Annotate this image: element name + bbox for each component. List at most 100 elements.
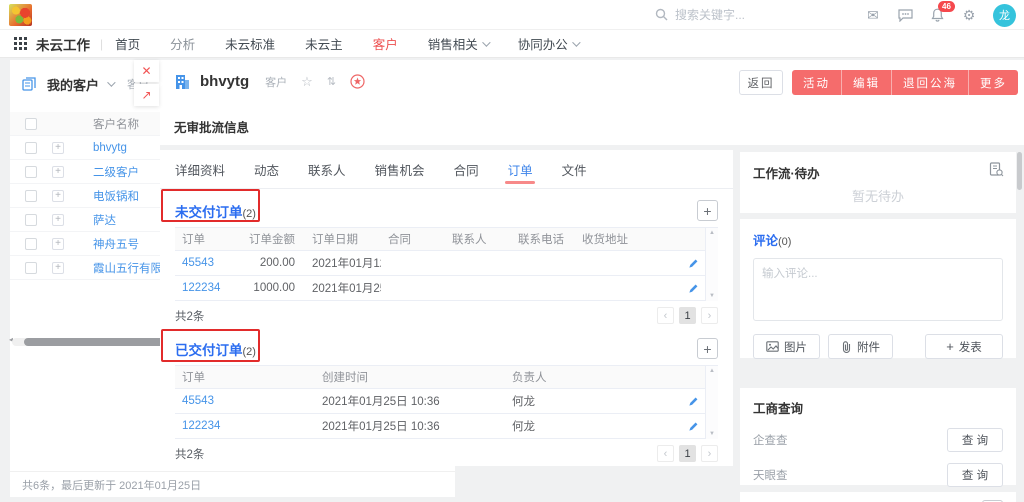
- expand-row-icon[interactable]: +: [52, 214, 64, 226]
- followers-card: 跟进人(0) +: [740, 492, 1016, 502]
- tab-opportunities[interactable]: 销售机会: [375, 150, 425, 189]
- edit-button[interactable]: 编辑: [842, 70, 892, 95]
- table-row: 122234 2021年01月25日 10:36 何龙: [175, 414, 718, 439]
- workflow-empty-text: 暂无待办: [740, 186, 1016, 205]
- close-icon[interactable]: ✕: [134, 60, 159, 82]
- tab-orders[interactable]: 订单: [508, 150, 533, 189]
- order-link[interactable]: 45543: [182, 395, 214, 407]
- expand-panel-icon[interactable]: ↗: [134, 84, 159, 106]
- query-button[interactable]: 查 询: [947, 463, 1003, 487]
- edit-pencil-icon[interactable]: [688, 258, 699, 269]
- avatar[interactable]: 龙: [993, 4, 1016, 27]
- customer-link[interactable]: bhvytg: [93, 142, 127, 154]
- scroll-down-icon[interactable]: ▼: [709, 431, 715, 437]
- gear-icon[interactable]: ⚙: [961, 7, 977, 23]
- scroll-up-icon[interactable]: ▲: [709, 230, 715, 236]
- customer-link[interactable]: 神舟五号: [93, 236, 139, 252]
- customer-link[interactable]: 电饭锅和: [93, 188, 139, 204]
- chat-icon[interactable]: [897, 7, 913, 23]
- customer-link[interactable]: 萨达: [93, 212, 116, 228]
- plus-icon: +: [946, 339, 954, 354]
- post-comment-button[interactable]: + 发表: [925, 334, 1003, 359]
- tab-contracts[interactable]: 合同: [454, 150, 479, 189]
- scroll-down-icon[interactable]: ▼: [709, 293, 715, 299]
- tab-activity[interactable]: 动态: [254, 150, 279, 189]
- tab-contacts[interactable]: 联系人: [308, 150, 346, 189]
- customer-link[interactable]: 二级客户: [93, 164, 139, 180]
- mail-icon[interactable]: ✉: [865, 7, 881, 23]
- page-number[interactable]: 1: [679, 445, 696, 462]
- sort-arrows-icon[interactable]: ⇅: [327, 75, 336, 88]
- prev-page-button[interactable]: ‹: [657, 445, 674, 462]
- nav-item-standard[interactable]: 未云标准: [225, 34, 275, 53]
- nav-item-analysis[interactable]: 分析: [170, 34, 195, 53]
- expand-row-icon[interactable]: +: [52, 190, 64, 202]
- workspace-title[interactable]: 未云工作: [36, 34, 90, 54]
- table-row: 122234 1000.00 2021年01月25日: [175, 276, 718, 301]
- delivered-orders-table: 订单 创建时间 负责人 45543 2021年01月25日 10:36 何龙 1…: [175, 365, 718, 439]
- detail-tabs-panel: 详细资料 动态 联系人 销售机会 合同 订单 文件 未交付订单(2) + 订单 …: [160, 150, 733, 466]
- column-customer-name: 客户名称: [93, 116, 139, 132]
- back-button[interactable]: 返回: [739, 70, 783, 95]
- customer-name: bhvytg: [200, 73, 249, 90]
- customer-link[interactable]: 霞山五行有限: [93, 260, 162, 276]
- expand-row-icon[interactable]: +: [52, 262, 64, 274]
- prev-page-button[interactable]: ‹: [657, 307, 674, 324]
- edit-pencil-icon[interactable]: [688, 421, 699, 432]
- search-placeholder: 搜索关键字...: [675, 6, 745, 23]
- customer-detail-header: bhvytg 客户 ☆ ⇅ 返回 活动 编辑 退回公海 更多 无审批流信息: [160, 60, 1024, 145]
- row-checkbox[interactable]: [25, 190, 37, 202]
- order-link[interactable]: 122234: [182, 282, 220, 294]
- tab-files[interactable]: 文件: [562, 150, 587, 189]
- expand-row-icon[interactable]: +: [52, 142, 64, 154]
- apps-grid-icon[interactable]: [14, 37, 27, 50]
- workflow-search-icon[interactable]: [989, 162, 1004, 177]
- chevron-down-icon: [482, 38, 490, 46]
- edit-pencil-icon[interactable]: [688, 396, 699, 407]
- next-page-button[interactable]: ›: [701, 445, 718, 462]
- building-icon: [174, 74, 191, 90]
- chevron-down-icon[interactable]: [107, 78, 115, 86]
- more-button[interactable]: 更多: [969, 70, 1018, 95]
- page-scrollbar-thumb[interactable]: [1017, 152, 1022, 190]
- row-checkbox[interactable]: [25, 262, 37, 274]
- scroll-up-icon[interactable]: ▲: [709, 368, 715, 374]
- row-checkbox[interactable]: [25, 166, 37, 178]
- add-image-button[interactable]: 图片: [753, 334, 820, 359]
- vertical-scrollbar[interactable]: ▲ ▼: [705, 228, 718, 301]
- star-icon[interactable]: ☆: [301, 74, 313, 90]
- app-logo[interactable]: [9, 4, 32, 26]
- expand-row-icon[interactable]: +: [52, 166, 64, 178]
- nav-item-collab[interactable]: 协同办公: [518, 34, 578, 53]
- business-lookup-title: 工商查询: [753, 398, 1003, 417]
- list-view-title[interactable]: 我的客户: [47, 75, 99, 94]
- undelivered-orders-title: 未交付订单(2): [175, 201, 256, 221]
- chevron-down-icon: [572, 38, 580, 46]
- global-search[interactable]: 搜索关键字...: [655, 6, 745, 23]
- edit-pencil-icon[interactable]: [688, 283, 699, 294]
- order-link[interactable]: 45543: [182, 257, 214, 269]
- nav-item-main[interactable]: 未云主: [305, 34, 343, 53]
- tab-details[interactable]: 详细资料: [175, 150, 225, 189]
- row-checkbox[interactable]: [25, 214, 37, 226]
- return-to-pool-button[interactable]: 退回公海: [892, 70, 969, 95]
- activity-button[interactable]: 活动: [792, 70, 842, 95]
- row-checkbox[interactable]: [25, 238, 37, 250]
- add-order-button[interactable]: +: [697, 200, 718, 221]
- select-all-checkbox[interactable]: [25, 118, 37, 130]
- add-order-button[interactable]: +: [697, 338, 718, 359]
- next-page-button[interactable]: ›: [701, 307, 718, 324]
- approval-status-text: 无审批流信息: [174, 117, 249, 136]
- page-number[interactable]: 1: [679, 307, 696, 324]
- query-button[interactable]: 查 询: [947, 428, 1003, 452]
- expand-row-icon[interactable]: +: [52, 238, 64, 250]
- comment-input[interactable]: [753, 258, 1003, 321]
- row-checkbox[interactable]: [25, 142, 37, 154]
- vertical-scrollbar[interactable]: ▲ ▼: [705, 366, 718, 439]
- bell-icon[interactable]: 46: [929, 7, 945, 23]
- order-link[interactable]: 122234: [182, 420, 220, 432]
- nav-item-home[interactable]: 首页: [115, 34, 140, 53]
- add-attachment-button[interactable]: 附件: [828, 334, 893, 359]
- nav-item-sales[interactable]: 销售相关: [428, 34, 488, 53]
- nav-item-customer[interactable]: 客户: [373, 34, 398, 53]
